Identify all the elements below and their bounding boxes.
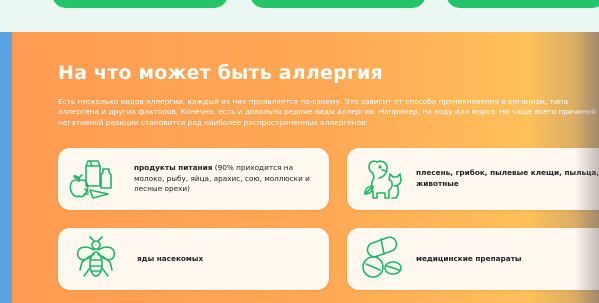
food-icon: [69, 160, 112, 199]
insect-icon: [76, 236, 116, 277]
section-title: На что может быть аллергия: [58, 62, 383, 84]
drugs-card-text: медицинские препараты: [416, 254, 599, 265]
left-edge: [0, 32, 12, 303]
food-card-title: продукты питания: [134, 163, 213, 172]
top-strip: [0, 0, 599, 32]
top-button-3[interactable]: [446, 0, 599, 8]
insects-card-title: яды насекомых: [137, 254, 204, 263]
drugs-card-title: медицинские препараты: [416, 254, 522, 263]
section-description: Есть несколько видов аллергии, каждый из…: [58, 97, 597, 127]
allergen-card-insects: яды насекомых: [58, 228, 329, 290]
allergen-card-food: продукты питания (90% приходится на моло…: [58, 148, 329, 210]
top-button-1[interactable]: [52, 0, 228, 8]
pets-card-title: плесень, грибок, пылевые клещи, пыльца, …: [416, 168, 599, 188]
allergen-card-drugs: медицинские препараты: [347, 228, 599, 290]
top-button-2[interactable]: [250, 0, 426, 8]
allergy-section: На что может быть аллергия Есть нескольк…: [12, 32, 599, 303]
right-edge-shadow: [575, 32, 599, 303]
pets-icon: [364, 160, 402, 199]
food-card-text: продукты питания (90% приходится на моло…: [134, 163, 314, 195]
allergen-card-pets: плесень, грибок, пылевые клещи, пыльца, …: [347, 148, 599, 210]
pets-card-text: плесень, грибок, пылевые клещи, пыльца, …: [416, 168, 599, 189]
insects-card-text: яды насекомых: [137, 254, 317, 265]
pills-icon: [362, 236, 402, 278]
